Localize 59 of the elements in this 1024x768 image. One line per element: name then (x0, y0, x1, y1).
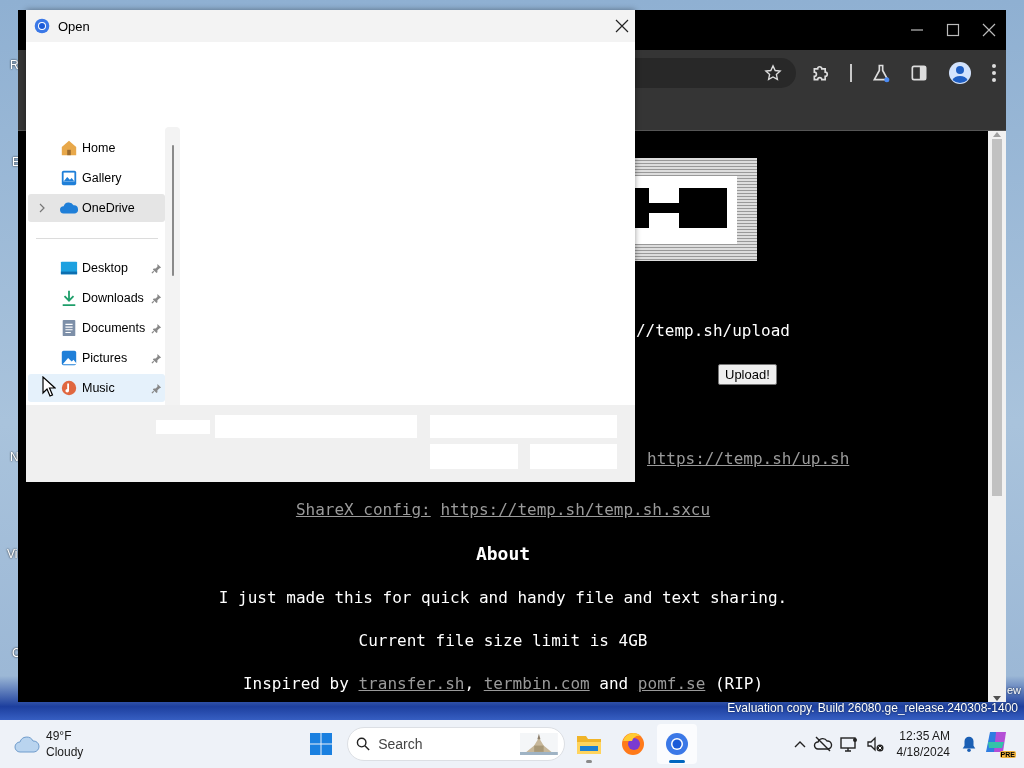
dialog-title: Open (58, 18, 91, 34)
clock-time[interactable]: 12:35 AM (899, 728, 950, 744)
scroll-down-icon[interactable] (993, 696, 1001, 702)
config-link[interactable]: https://temp.sh/temp.sh.sxcu (440, 500, 711, 519)
desktop-text: ew (1006, 684, 1021, 696)
credit-link[interactable]: pomf.se (637, 674, 706, 693)
sidebar-item[interactable]: Documents (28, 314, 165, 342)
command-text: //temp.sh/upload (635, 321, 790, 340)
close-icon[interactable] (982, 23, 996, 37)
sidebar-item[interactable]: Pictures (28, 344, 165, 372)
home-icon (60, 139, 78, 157)
app-icon (34, 18, 50, 34)
credit-link[interactable]: termbin.com (483, 674, 590, 693)
search-input[interactable]: Search (376, 735, 521, 753)
screen-icon (60, 259, 78, 277)
desktop-icon-label[interactable]: E (12, 155, 20, 169)
scrollbar[interactable] (165, 127, 180, 405)
upload-button[interactable]: Upload! (718, 364, 777, 385)
document-icon (60, 319, 78, 337)
credit-link[interactable]: transfer.sh (358, 674, 465, 693)
flask-icon[interactable] (870, 63, 891, 83)
image-icon (60, 349, 78, 367)
clock-date[interactable]: 4/18/2024 (896, 744, 950, 760)
menu-icon[interactable] (990, 63, 997, 83)
ring-icon (665, 732, 689, 756)
watermark-text: Evaluation copy. Build 26080.ge_release.240308-1400 (727, 701, 1018, 715)
star-icon[interactable] (764, 64, 782, 82)
sidebar-item[interactable]: Downloads (28, 284, 165, 312)
search-icon (356, 735, 371, 753)
paragraph-text: Current file size limit is 4GB (358, 631, 648, 650)
script-link[interactable]: https://temp.sh/up.sh (647, 449, 850, 468)
sidebar-item[interactable]: Desktop (28, 254, 165, 282)
sidebar-item[interactable]: Music (28, 374, 165, 402)
config-label[interactable]: ShareX config: (295, 500, 431, 519)
sidebar-item[interactable]: Home (28, 134, 165, 162)
weather-text[interactable]: Cloudy (46, 744, 84, 760)
profile-icon[interactable] (947, 61, 972, 85)
speaker-muted-icon[interactable] (864, 734, 885, 754)
sidebar-item[interactable]: Gallery (28, 164, 165, 192)
taskbar-app-button[interactable] (657, 724, 697, 764)
credits-text: Inspired by transfer.sh, termbin.com and pomf.se (RIP) (242, 674, 764, 693)
windows-icon (309, 732, 333, 756)
close-icon[interactable] (615, 19, 629, 33)
side-panel-icon[interactable] (909, 63, 930, 83)
globe-icon (621, 732, 645, 756)
cursor-icon (42, 376, 56, 397)
paragraph-text: I just made this for quick and handy file and text sharing. (218, 588, 788, 607)
search-bar[interactable]: Search (347, 727, 565, 761)
bell-icon[interactable] (960, 735, 978, 753)
sidebar-item[interactable]: OneDrive (28, 194, 165, 222)
cloud-off-icon[interactable] (812, 734, 833, 754)
temperature-text[interactable]: 49°F (46, 728, 84, 744)
monitor-icon[interactable] (838, 734, 859, 754)
download-icon (60, 289, 78, 307)
image-icon (60, 169, 78, 187)
scrollbar[interactable] (988, 131, 1006, 702)
disc-icon (60, 379, 78, 397)
maximize-icon[interactable] (946, 23, 960, 37)
section-heading: About (474, 543, 532, 564)
